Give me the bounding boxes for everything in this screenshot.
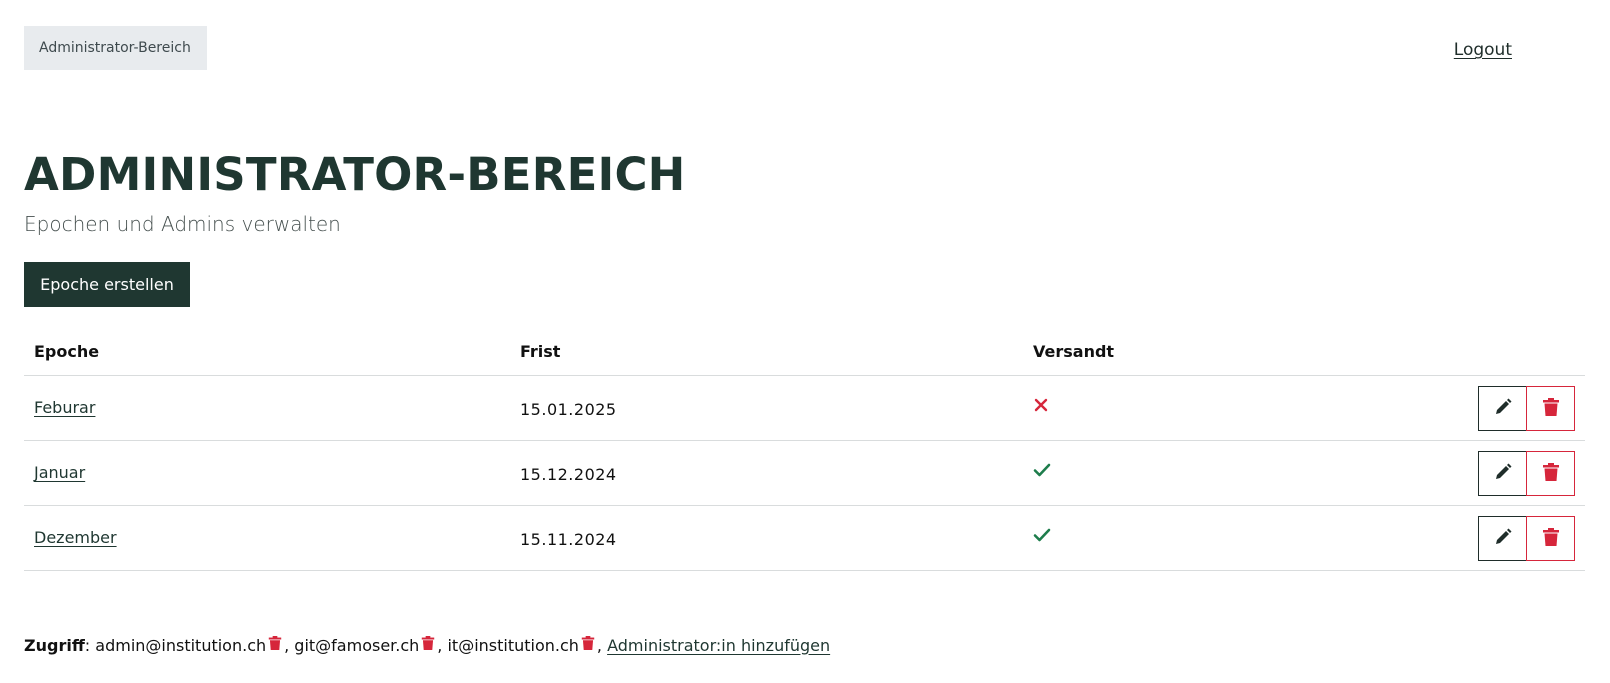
table-header: Epoche Frist Versandt: [24, 330, 1585, 376]
trash-icon: [1542, 397, 1560, 420]
top-bar: Administrator-Bereich Logout: [0, 0, 1610, 90]
column-header-frist: Frist: [520, 342, 561, 361]
separator: ,: [596, 635, 608, 655]
delete-button[interactable]: [1526, 451, 1575, 496]
admin-email: it@institution.ch: [447, 635, 579, 655]
access-label: Zugriff: [24, 635, 85, 655]
edit-button[interactable]: [1478, 451, 1527, 496]
edit-button[interactable]: [1478, 386, 1527, 431]
epoch-link[interactable]: Dezember: [34, 528, 117, 547]
delete-button[interactable]: [1526, 516, 1575, 561]
row-actions: [1478, 386, 1575, 431]
x-icon: [1033, 394, 1049, 418]
table-row: Januar 15.12.2024: [24, 441, 1585, 506]
remove-admin-trash-icon[interactable]: [268, 635, 282, 655]
admin-email: admin@institution.ch: [95, 635, 267, 655]
separator: :: [84, 635, 96, 655]
row-actions: [1478, 516, 1575, 561]
pencil-icon: [1493, 462, 1513, 485]
page-title: ADMINISTRATOR-BEREICH: [24, 148, 686, 201]
trash-icon: [1542, 527, 1560, 550]
logout-link[interactable]: Logout: [1454, 40, 1512, 60]
delete-button[interactable]: [1526, 386, 1575, 431]
table-row: Feburar 15.01.2025: [24, 376, 1585, 441]
page-subtitle: Epochen und Admins verwalten: [24, 212, 341, 236]
create-epoch-button[interactable]: Epoche erstellen: [24, 262, 190, 307]
check-icon: [1033, 459, 1051, 483]
admin-email: git@famoser.ch: [294, 635, 420, 655]
edit-button[interactable]: [1478, 516, 1527, 561]
pencil-icon: [1493, 527, 1513, 550]
separator: ,: [284, 635, 295, 655]
column-header-versandt: Versandt: [1033, 342, 1115, 361]
separator: ,: [437, 635, 448, 655]
deadline-value: 15.11.2024: [520, 530, 617, 549]
remove-admin-trash-icon[interactable]: [421, 635, 435, 655]
add-admin-link[interactable]: Administrator:in hinzufügen: [607, 636, 830, 655]
remove-admin-trash-icon[interactable]: [581, 635, 595, 655]
column-header-epoche: Epoche: [34, 342, 100, 361]
deadline-value: 15.01.2025: [520, 400, 617, 419]
breadcrumb[interactable]: Administrator-Bereich: [24, 26, 207, 70]
row-actions: [1478, 451, 1575, 496]
trash-icon: [1542, 462, 1560, 485]
pencil-icon: [1493, 397, 1513, 420]
deadline-value: 15.12.2024: [520, 465, 617, 484]
table-row: Dezember 15.11.2024: [24, 506, 1585, 571]
epoch-link[interactable]: Feburar: [34, 398, 95, 417]
epochs-table: Epoche Frist Versandt Feburar 15.01.2025…: [24, 330, 1585, 571]
access-footer: Zugriff: admin@institution.ch , git@famo…: [24, 635, 830, 655]
epoch-link[interactable]: Januar: [34, 463, 85, 482]
check-icon: [1033, 524, 1051, 548]
